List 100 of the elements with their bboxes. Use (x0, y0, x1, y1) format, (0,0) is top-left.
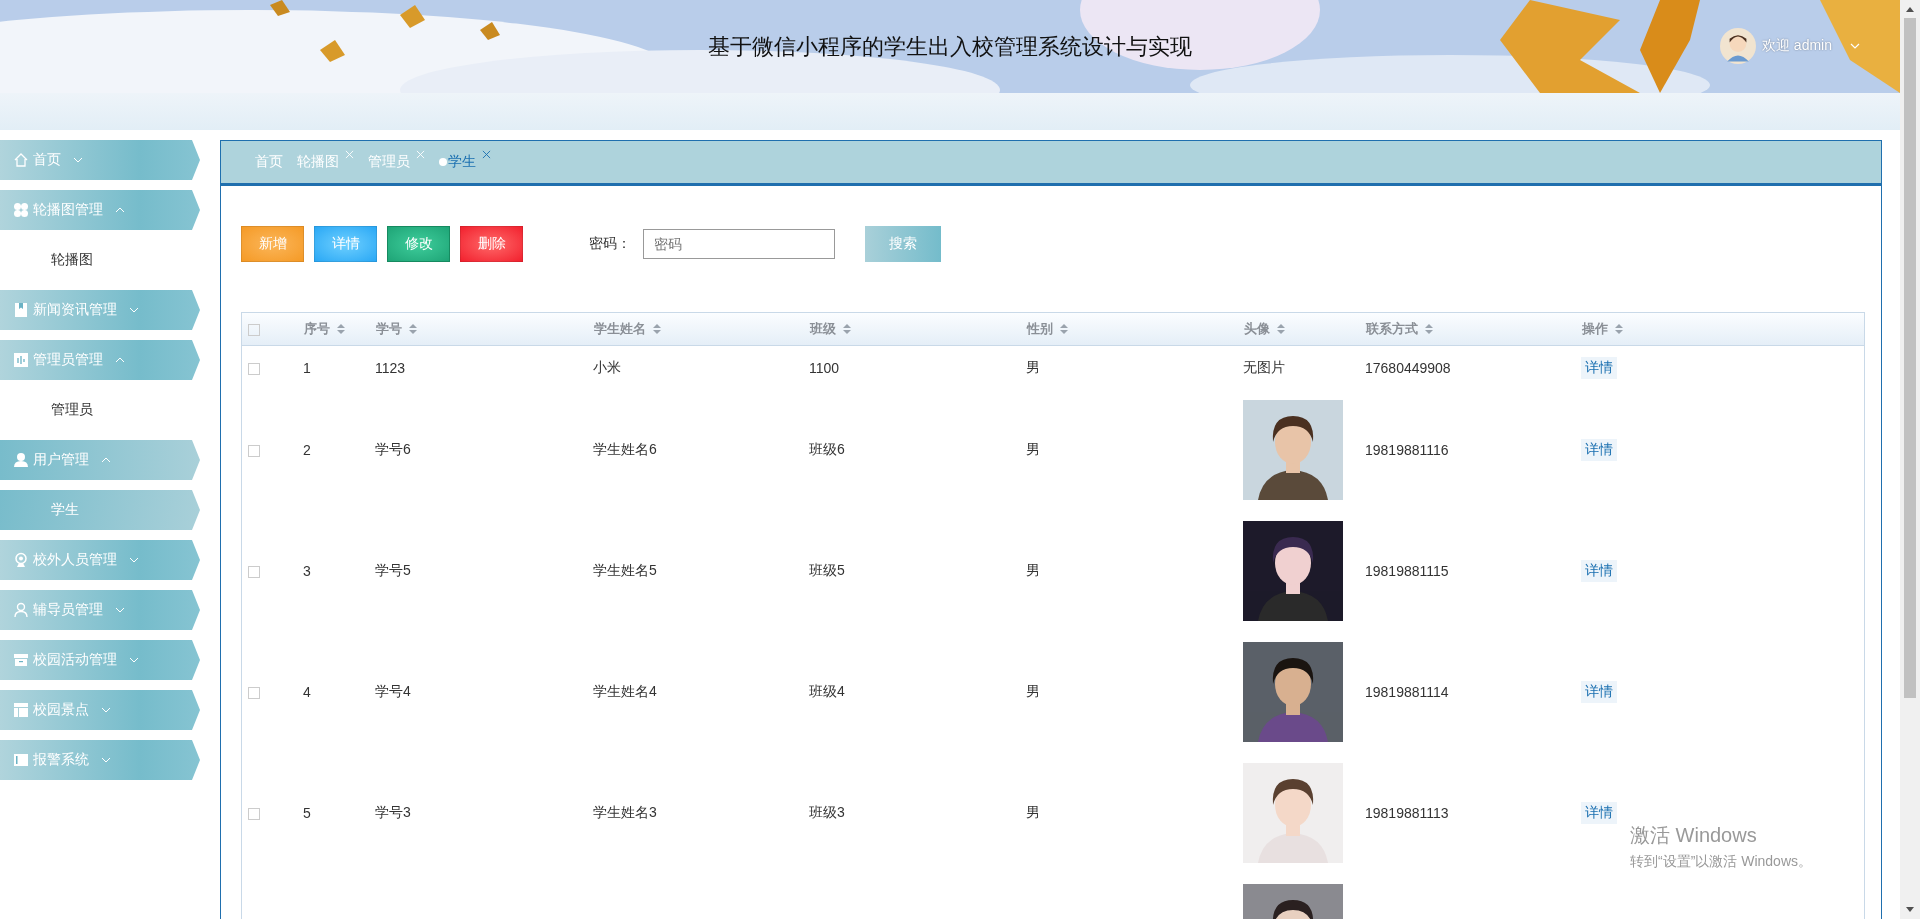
delete-button[interactable]: 删除 (460, 226, 523, 262)
scroll-down-icon[interactable] (1906, 907, 1914, 913)
column-header[interactable]: 性别 (1027, 321, 1053, 336)
table-cell: 19819881113 (1365, 805, 1449, 821)
column-header[interactable]: 班级 (810, 321, 836, 336)
caret-icon (101, 707, 111, 713)
table-cell: 学号6 (375, 441, 411, 457)
activation-title: 激活 Windows (1630, 823, 1758, 848)
chart-icon (13, 352, 29, 368)
table-cell: 学号3 (375, 804, 411, 820)
caret-icon (115, 357, 125, 363)
table-cell: 班级3 (809, 804, 845, 820)
sidebar-item[interactable]: 校外人员管理 (0, 540, 200, 580)
row-checkbox[interactable] (248, 566, 260, 579)
sidebar-subitem[interactable]: 学生 (0, 490, 200, 530)
sidebar-item[interactable]: 报警系统 (0, 740, 200, 780)
column-header[interactable]: 学生姓名 (594, 321, 646, 336)
row-checkbox[interactable] (248, 363, 260, 376)
caret-icon[interactable] (1850, 43, 1860, 49)
sort-icon[interactable] (652, 323, 662, 335)
caret-icon (101, 757, 111, 763)
activation-text: 转到“设置”以激活 Windows。 (1630, 853, 1812, 871)
detail-link[interactable]: 详情 (1581, 356, 1617, 379)
row-checkbox[interactable] (248, 808, 260, 821)
caret-icon (115, 207, 125, 213)
sidebar-item[interactable]: 首页 (0, 140, 200, 180)
caret-icon (129, 657, 139, 663)
table-cell: 4 (303, 684, 311, 700)
detail-link[interactable]: 详情 (1581, 560, 1617, 582)
sort-icon[interactable] (1424, 323, 1434, 335)
scrollbar-thumb[interactable] (1904, 18, 1916, 698)
sidebar-item[interactable]: 辅导员管理 (0, 590, 200, 630)
bookmark-icon (13, 302, 29, 318)
row-checkbox[interactable] (248, 687, 260, 700)
sort-icon[interactable] (1059, 323, 1069, 335)
panel-icon (13, 752, 29, 768)
table-cell: 学生姓名3 (593, 804, 657, 820)
table-cell: 1 (303, 359, 311, 376)
table-cell: 班级6 (809, 441, 845, 457)
tab[interactable]: 学生 (439, 153, 476, 171)
badge-icon (13, 552, 29, 568)
search-button[interactable]: 搜索 (865, 226, 941, 262)
select-all-checkbox[interactable] (248, 324, 260, 337)
table-cell: 学生姓名6 (593, 441, 657, 457)
caret-icon (73, 157, 83, 163)
caret-icon (129, 307, 139, 313)
sidebar-item[interactable]: 用户管理 (0, 440, 200, 480)
app-title: 基于微信小程序的学生出入校管理系统设计与实现 (708, 32, 1192, 61)
sidebar-item[interactable]: 校园景点 (0, 690, 200, 730)
tab[interactable]: 管理员 (368, 153, 410, 171)
table-cell: 男 (1026, 358, 1040, 375)
sidebar-item[interactable]: 管理员管理 (0, 340, 200, 380)
tab[interactable]: 轮播图 (297, 153, 339, 171)
column-header[interactable]: 头像 (1244, 321, 1270, 336)
table-cell: 19819881115 (1365, 563, 1449, 579)
sidebar-subitem[interactable]: 管理员 (0, 390, 200, 430)
sidebar-item[interactable]: 轮播图管理 (0, 190, 200, 230)
table-cell: 19819881116 (1365, 442, 1449, 458)
sort-icon[interactable] (842, 323, 852, 335)
edit-button[interactable]: 修改 (387, 226, 450, 262)
column-header[interactable]: 操作 (1582, 321, 1608, 336)
table-cell: 2 (303, 442, 311, 458)
sidebar-subitem[interactable]: 轮播图 (0, 240, 200, 280)
column-header[interactable]: 学号 (376, 321, 402, 336)
caret-icon (129, 557, 139, 563)
table-cell: 男 (1026, 804, 1040, 820)
table-cell: 1123 (375, 359, 406, 376)
detail-link[interactable]: 详情 (1581, 439, 1617, 461)
table-cell: 17680449908 (1365, 359, 1451, 376)
table-cell: 小米 (593, 358, 621, 375)
sidebar-item[interactable]: 校园活动管理 (0, 640, 200, 680)
sidebar-item[interactable]: 新闻资讯管理 (0, 290, 200, 330)
table-cell: 19819881114 (1365, 684, 1449, 700)
sort-icon[interactable] (1276, 323, 1286, 335)
tab[interactable]: 首页 (255, 153, 283, 171)
detail-link[interactable]: 详情 (1581, 802, 1617, 824)
table-cell: 学生姓名5 (593, 562, 657, 578)
close-icon[interactable] (482, 150, 491, 159)
table-cell: 男 (1026, 683, 1040, 699)
table-cell: 3 (303, 563, 311, 579)
column-header[interactable]: 联系方式 (1366, 321, 1418, 336)
table-cell: 男 (1026, 562, 1040, 578)
sort-icon[interactable] (336, 323, 346, 335)
sort-icon[interactable] (408, 323, 418, 335)
column-header[interactable]: 序号 (304, 321, 330, 336)
scroll-up-icon[interactable] (1906, 6, 1914, 12)
search-label: 密码： (589, 235, 631, 253)
caret-icon (101, 457, 111, 463)
add-button[interactable]: 新增 (241, 226, 304, 262)
row-checkbox[interactable] (248, 445, 260, 458)
detail-button[interactable]: 详情 (314, 226, 377, 262)
table-cell: 无图片 (1243, 358, 1285, 375)
detail-link[interactable]: 详情 (1581, 681, 1617, 703)
user-icon (13, 452, 29, 468)
scrollbar[interactable] (1900, 0, 1920, 919)
table-cell: 5 (303, 805, 311, 821)
table-cell: 班级5 (809, 562, 845, 578)
table-cell: 学生姓名4 (593, 683, 657, 699)
sort-icon[interactable] (1614, 323, 1624, 335)
search-field[interactable]: 密码 (643, 229, 835, 259)
